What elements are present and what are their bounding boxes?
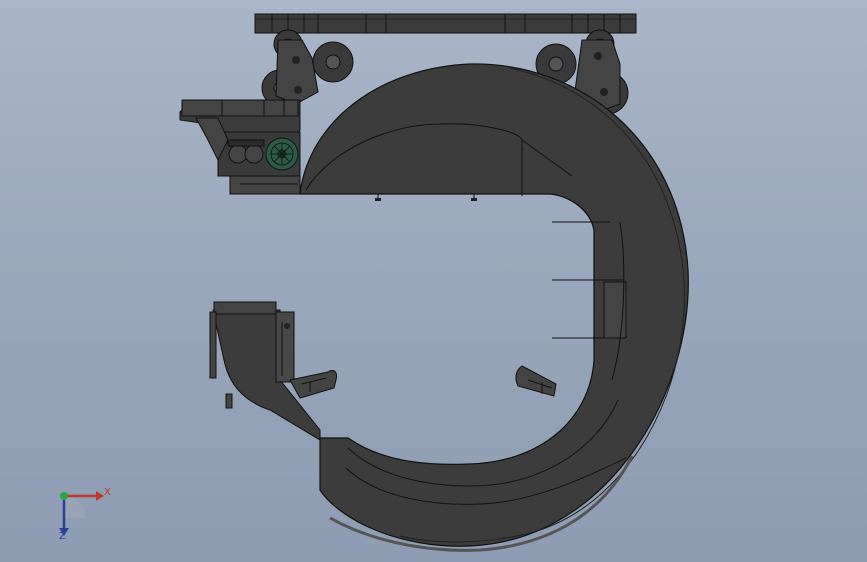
- x-axis-arrowhead: [96, 491, 104, 501]
- triad-plane-shading: [64, 496, 86, 518]
- c-ring-body[interactable]: [299, 63, 689, 552]
- y-axis-dot: [60, 492, 68, 500]
- cad-model-drawing[interactable]: [0, 0, 867, 562]
- left-end-block[interactable]: [209, 301, 321, 441]
- left-trolley[interactable]: [261, 29, 354, 107]
- right-clamp-finger[interactable]: [515, 365, 557, 397]
- top-rail[interactable]: [254, 13, 637, 34]
- z-axis-label: Z: [59, 531, 66, 542]
- motor-icon[interactable]: [265, 137, 299, 171]
- left-clamp-finger[interactable]: [289, 369, 337, 399]
- x-axis-label: X: [104, 487, 111, 498]
- cad-viewport[interactable]: X Z: [0, 0, 867, 562]
